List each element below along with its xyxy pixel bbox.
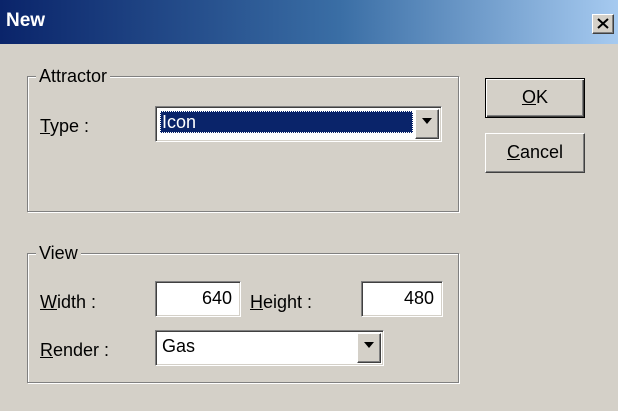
height-field[interactable]: 480 xyxy=(361,281,443,317)
close-button[interactable] xyxy=(592,14,614,34)
close-icon xyxy=(597,18,609,29)
ok-button[interactable]: OK xyxy=(485,78,585,118)
render-dropdown-button[interactable] xyxy=(357,333,381,363)
cancel-button[interactable]: Cancel xyxy=(485,133,585,173)
new-dialog: New Attractor Type : Icon View Width : 6… xyxy=(0,0,618,411)
height-value: 480 xyxy=(403,288,434,308)
width-value: 640 xyxy=(201,288,232,308)
window-title: New xyxy=(6,10,46,31)
view-legend: View xyxy=(36,243,81,263)
render-select[interactable]: Gas xyxy=(155,330,384,366)
attractor-group: Attractor xyxy=(27,66,459,212)
type-select[interactable]: Icon xyxy=(155,106,442,142)
attractor-legend: Attractor xyxy=(36,66,111,86)
width-label: Width : xyxy=(40,292,97,312)
type-label: Type : xyxy=(40,116,90,136)
type-selected-value: Icon xyxy=(160,111,413,133)
title-bar[interactable]: New xyxy=(0,0,618,44)
type-dropdown-button[interactable] xyxy=(415,109,439,139)
render-selected-value: Gas xyxy=(162,336,196,356)
chevron-down-icon xyxy=(364,342,374,348)
width-field[interactable]: 640 xyxy=(155,281,241,317)
render-label: Render : xyxy=(40,340,110,360)
height-label: Height : xyxy=(250,292,313,312)
chevron-down-icon xyxy=(422,118,432,124)
